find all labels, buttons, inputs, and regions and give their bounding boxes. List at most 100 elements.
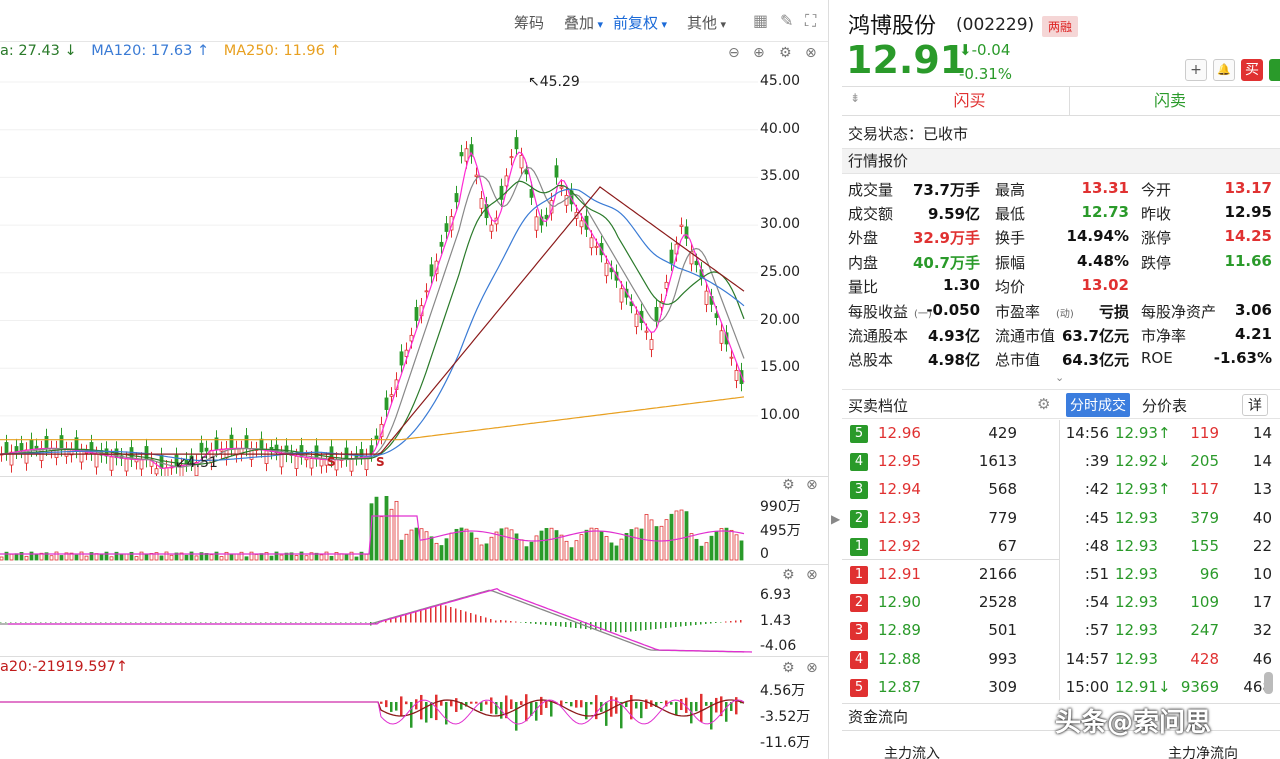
gear-icon[interactable]: ⚙ xyxy=(782,567,795,583)
volume-bar xyxy=(634,527,639,561)
volume-bar xyxy=(664,519,669,561)
bid-price[interactable]: 12.90 xyxy=(878,593,921,611)
macd-bar xyxy=(290,622,292,623)
volume-bar xyxy=(184,554,189,561)
candle xyxy=(319,459,324,467)
add-watch-button[interactable]: + xyxy=(1185,59,1207,81)
ask-price[interactable]: 12.95 xyxy=(878,452,921,470)
candle xyxy=(264,450,269,464)
volume-bar xyxy=(99,554,104,561)
candle xyxy=(414,307,419,321)
volume-bar xyxy=(629,529,634,561)
macd-bar xyxy=(405,614,407,623)
kline-plot[interactable] xyxy=(0,66,758,476)
volume-bar xyxy=(734,534,739,561)
kline-chart-area[interactable]: 筹码 叠加 ▾ 前复权 ▾ 其他 ▾ ▦ ✎ ⛶ a: 27.43 ↓ MA12… xyxy=(0,0,829,759)
fullscreen-icon[interactable]: ⛶ xyxy=(805,11,816,31)
macd-bar xyxy=(170,622,172,623)
candle xyxy=(704,290,709,305)
flash-buy-button[interactable]: 闪买 xyxy=(870,87,1070,115)
detail-button[interactable]: 详 xyxy=(1242,394,1268,416)
quote-label: 外盘 xyxy=(848,229,879,248)
ask-price[interactable]: 12.93 xyxy=(878,509,921,527)
quote-value: 14.25 xyxy=(1224,227,1272,246)
quote-label: 换手 xyxy=(995,229,1026,248)
bid-price[interactable]: 12.87 xyxy=(878,678,921,696)
fundamental-value: 4.21 xyxy=(1234,325,1272,344)
volume-bar xyxy=(654,526,659,561)
flash-sell-button[interactable]: 闪卖 xyxy=(1070,87,1270,115)
fundamental-label: 每股净资产 xyxy=(1141,303,1217,321)
price-change: ⬇-0.04 xyxy=(959,41,1011,59)
macd-bar xyxy=(460,610,462,623)
tick-time: :48 xyxy=(1084,536,1109,555)
scrollbar[interactable] xyxy=(1264,672,1273,694)
macd-bar xyxy=(320,622,322,623)
macd-bar xyxy=(635,622,637,631)
macd-plot[interactable] xyxy=(0,566,758,656)
tick-price: 12.93 xyxy=(1115,508,1158,527)
minus-icon[interactable]: ⊖ xyxy=(728,45,740,61)
gear-icon[interactable]: ⚙ xyxy=(1037,395,1050,413)
grid-icon[interactable]: ▦ xyxy=(753,11,768,30)
macd-bar xyxy=(190,622,192,623)
flow-plot[interactable] xyxy=(0,680,758,752)
close-icon[interactable]: ⊗ xyxy=(806,660,818,676)
macd-bar xyxy=(680,622,682,627)
tick-time: 15:00 xyxy=(1065,677,1109,696)
gear-icon[interactable]: ⚙ xyxy=(782,477,795,493)
macd-bar xyxy=(95,622,97,623)
volume-bar xyxy=(269,555,274,561)
gear-icon[interactable]: ⚙ xyxy=(779,45,792,61)
tick-count: 14 xyxy=(1252,452,1272,471)
candle xyxy=(459,152,464,157)
tab-price-table[interactable]: 分价表 xyxy=(1142,395,1187,416)
overlay-dropdown[interactable]: 叠加 ▾ xyxy=(564,12,603,33)
flow-bar xyxy=(455,698,458,712)
tab-tick-trades[interactable]: 分时成交 xyxy=(1066,393,1130,417)
volume-plot[interactable] xyxy=(0,496,758,562)
expand-arrow-icon[interactable]: ▶ xyxy=(831,512,840,526)
volume-bar xyxy=(604,536,609,561)
tick-volume: 247 xyxy=(1190,621,1219,640)
tick-price: 12.93 xyxy=(1115,565,1158,583)
close-icon[interactable]: ⊗ xyxy=(806,477,818,493)
candle xyxy=(429,264,434,277)
sell-button-partial[interactable] xyxy=(1269,59,1280,81)
candle xyxy=(229,434,234,449)
volume-bar xyxy=(104,551,109,561)
buy-button[interactable]: 买 xyxy=(1241,59,1263,81)
chips-button[interactable]: 筹码 xyxy=(514,12,544,33)
bid-price[interactable]: 12.88 xyxy=(878,650,921,668)
ask-price[interactable]: 12.96 xyxy=(878,424,921,442)
quote-label: 成交额 xyxy=(848,205,894,224)
adjust-dropdown[interactable]: 前复权 ▾ xyxy=(613,12,667,33)
pen-icon[interactable]: ✎ xyxy=(780,11,793,30)
ask-volume: 568 xyxy=(988,480,1017,499)
quote-label: 最低 xyxy=(995,205,1026,224)
gear-icon[interactable]: ⚙ xyxy=(782,660,795,676)
macd-bar xyxy=(85,622,87,623)
volume-bar xyxy=(344,553,349,561)
close-icon[interactable]: ⊗ xyxy=(805,45,817,61)
plus-icon[interactable]: ⊕ xyxy=(753,45,765,61)
macd-bar xyxy=(520,622,522,623)
ask-price[interactable]: 12.94 xyxy=(878,480,921,498)
flow-bar xyxy=(610,696,613,717)
bid-price[interactable]: 12.91 xyxy=(878,565,921,583)
bid-level: 1 xyxy=(850,566,868,584)
quote-value: 13.17 xyxy=(1224,179,1272,197)
close-icon[interactable]: ⊗ xyxy=(806,567,818,583)
macd-bar xyxy=(25,622,27,623)
expand-icon[interactable]: ⇟ xyxy=(850,91,860,105)
bid-price[interactable]: 12.89 xyxy=(878,621,921,639)
volume-bar xyxy=(509,529,514,561)
chevron-down-icon[interactable]: ⌄ xyxy=(1055,371,1064,384)
volume-bar xyxy=(4,551,9,561)
macd-bar xyxy=(420,610,422,623)
volume-bar xyxy=(719,528,724,561)
ask-price[interactable]: 12.92 xyxy=(878,537,921,555)
margin-badge: 两融 xyxy=(1042,16,1079,37)
other-dropdown[interactable]: 其他 ▾ xyxy=(687,12,726,33)
bell-icon[interactable]: 🔔 xyxy=(1213,59,1235,81)
